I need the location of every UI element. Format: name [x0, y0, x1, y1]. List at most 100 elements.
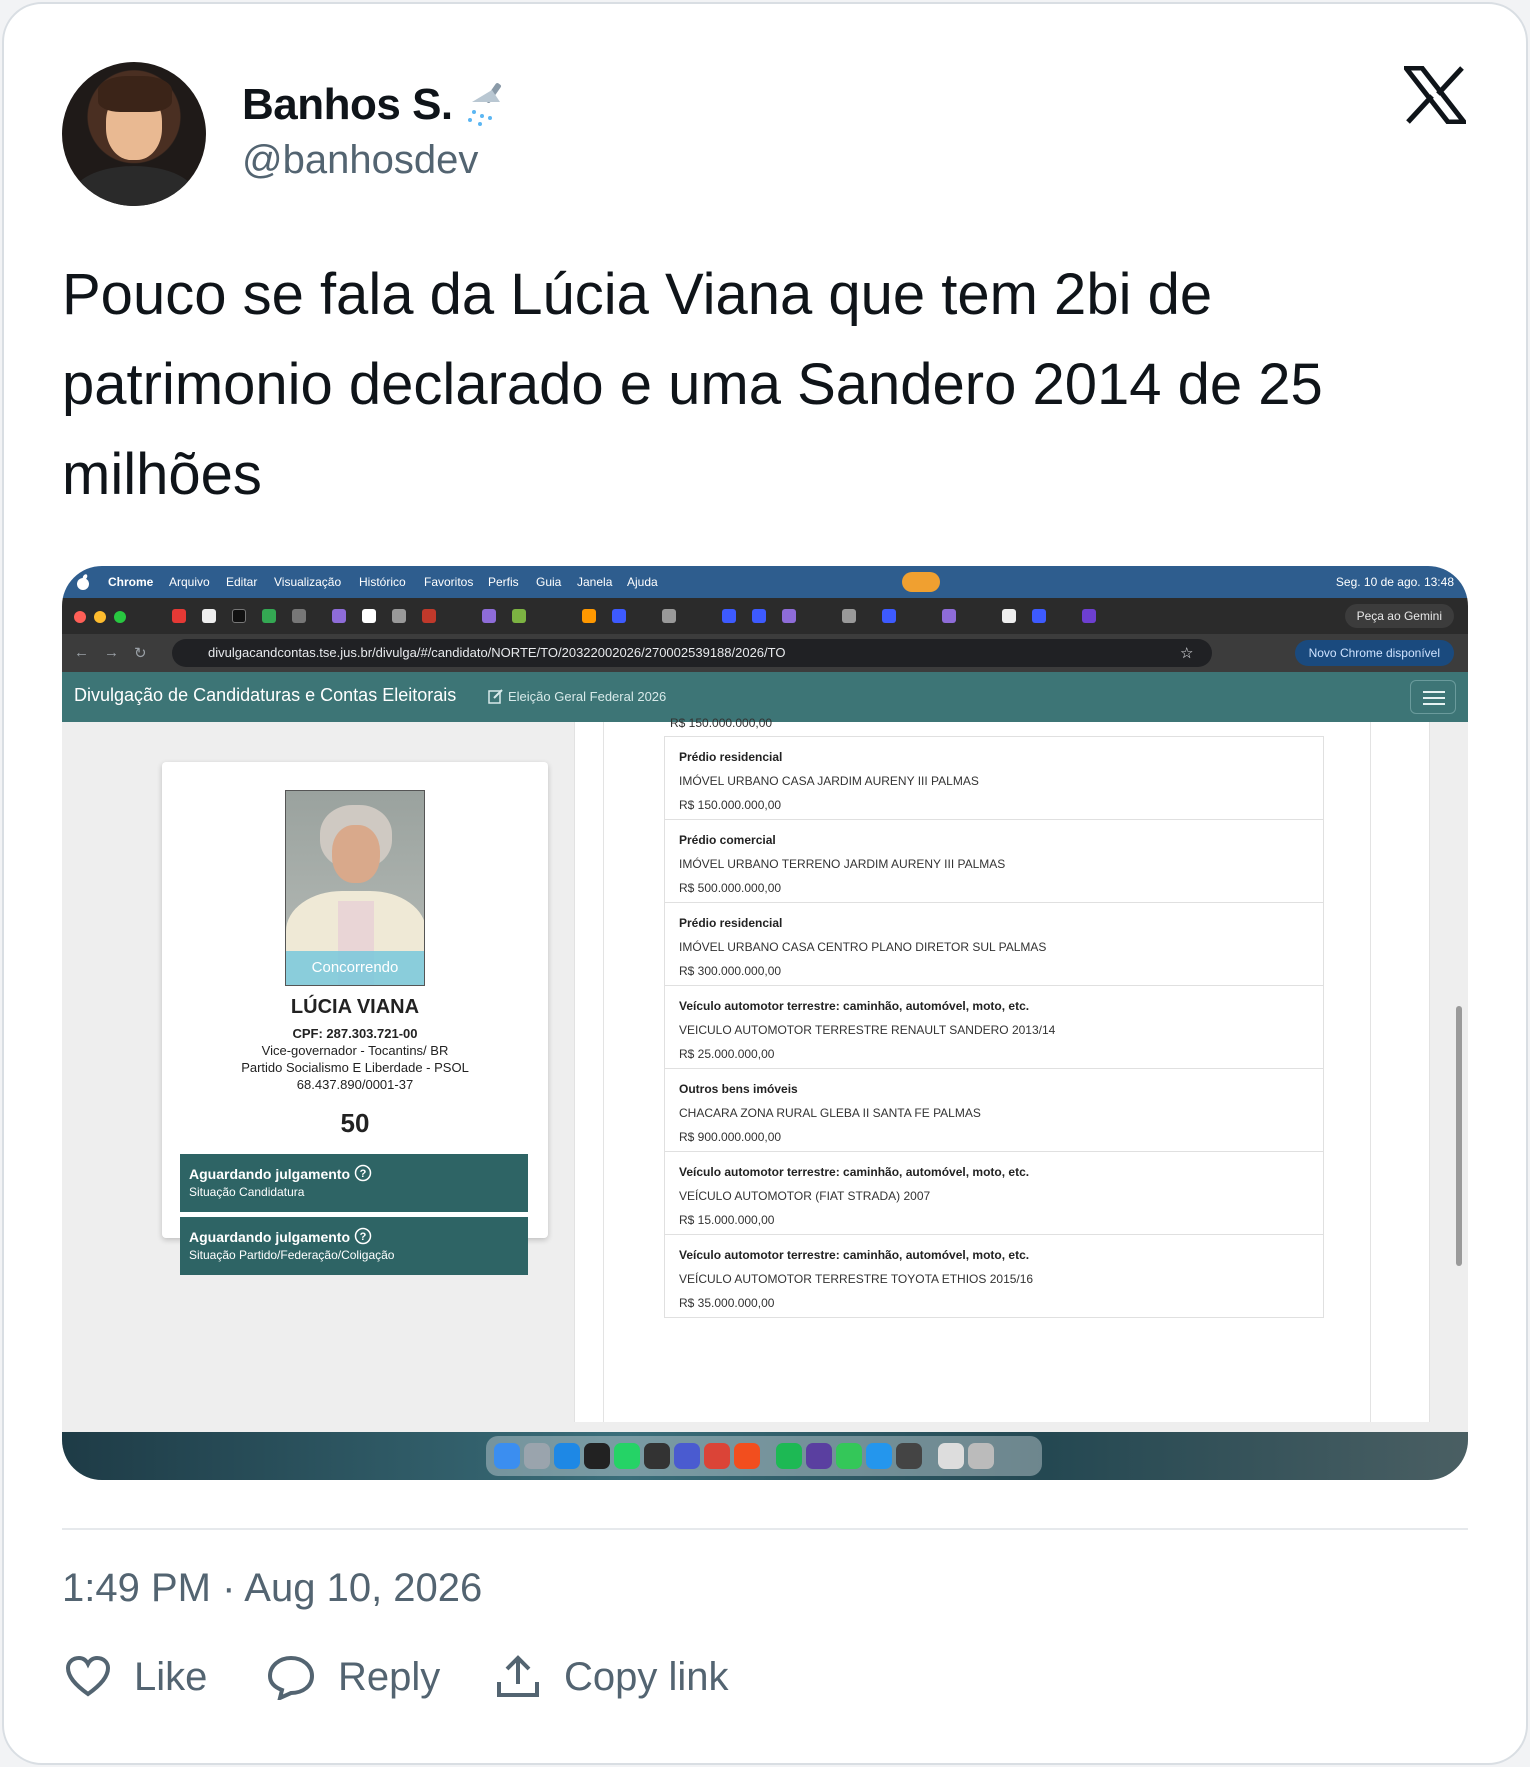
asset-value: R$ 300.000.000,00	[679, 964, 782, 978]
settings-icon[interactable]	[524, 1443, 550, 1469]
forward-icon[interactable]: →	[104, 644, 119, 661]
menu-favoritos[interactable]: Favoritos	[424, 575, 473, 589]
tab-favicon-gray-3[interactable]	[842, 609, 856, 623]
launchpad-icon[interactable]	[896, 1443, 922, 1469]
attached-screenshot[interactable]: Chrome Arquivo Editar Visualização Histó…	[62, 566, 1468, 1480]
candidate-cnpj: 68.437.890/0001-37	[296, 1077, 414, 1092]
menu-arquivo[interactable]: Arquivo	[169, 575, 210, 589]
tab-favicon-purple[interactable]	[332, 609, 346, 623]
party-status[interactable]: Aguardando julgamento? Situação Partido/…	[180, 1217, 528, 1275]
whatsapp-icon[interactable]	[614, 1443, 640, 1469]
site-title[interactable]: Divulgação de Candidaturas e Contas Elei…	[74, 685, 456, 706]
minimize-window-button[interactable]	[94, 611, 106, 623]
figma-icon[interactable]	[734, 1443, 760, 1469]
menu-editar[interactable]: Editar	[226, 575, 257, 589]
asset-type: Veículo automotor terrestre: caminhão, a…	[679, 999, 1030, 1013]
divider	[62, 1528, 1468, 1530]
tweet-timestamp[interactable]: 1:49 PM · Aug 10, 2026	[62, 1566, 482, 1611]
numbers-icon[interactable]	[836, 1443, 862, 1469]
tab-favicon-github-2[interactable]	[1002, 609, 1016, 623]
tab-favicon-gray[interactable]	[392, 609, 406, 623]
terminal-icon[interactable]	[584, 1443, 610, 1469]
x-logo-icon[interactable]	[1404, 66, 1466, 124]
chrome-update-button[interactable]: Novo Chrome disponível	[1294, 640, 1454, 666]
url-field[interactable]: divulgacandcontas.tse.jus.br/divulga/#/c…	[172, 639, 1212, 667]
tab-favicon-youtube[interactable]	[172, 609, 186, 623]
tab-favicon-purple-2[interactable]	[482, 609, 496, 623]
like-button[interactable]: Like	[64, 1652, 207, 1702]
tab-favicon-brave[interactable]	[582, 609, 596, 623]
reload-icon[interactable]: ↻	[134, 644, 147, 662]
console-icon[interactable]	[644, 1443, 670, 1469]
printer-icon[interactable]	[938, 1443, 964, 1469]
microphone-indicator-icon[interactable]	[902, 572, 940, 592]
reply-bubble-icon	[267, 1655, 315, 1700]
asset-type: Prédio residencial	[679, 916, 783, 930]
menu-clock[interactable]: Seg. 10 de ago. 13:48	[1336, 575, 1454, 589]
tab-favicon-purple-4[interactable]	[942, 609, 956, 623]
menu-chrome[interactable]: Chrome	[108, 575, 153, 589]
menu-visualizacao[interactable]: Visualização	[274, 575, 341, 589]
asset-item: Veículo automotor terrestre: caminhão, a…	[664, 985, 1324, 1069]
mac-dock	[486, 1436, 1042, 1476]
asset-description: CHACARA ZONA RURAL GLEBA II SANTA FE PAL…	[679, 1106, 981, 1120]
notes-icon[interactable]	[806, 1443, 832, 1469]
spotify-icon[interactable]	[776, 1443, 802, 1469]
menu-perfis[interactable]: Perfis	[488, 575, 519, 589]
tab-favicon-violet[interactable]	[1082, 609, 1096, 623]
menu-historico[interactable]: Histórico	[359, 575, 406, 589]
asset-value: R$ 25.000.000,00	[679, 1047, 775, 1061]
asset-type: Veículo automotor terrestre: caminhão, a…	[679, 1248, 1030, 1262]
tab-favicon-blue-5[interactable]	[1032, 609, 1046, 623]
tab-favicon-app[interactable]	[262, 609, 276, 623]
menu-guia[interactable]: Guia	[536, 575, 561, 589]
finder-icon[interactable]	[494, 1443, 520, 1469]
tweet-text: Pouco se fala da Lúcia Viana que tem 2bi…	[62, 262, 1323, 507]
maximize-window-button[interactable]	[114, 611, 126, 623]
tab-favicon-red[interactable]	[422, 609, 436, 623]
menu-ajuda[interactable]: Ajuda	[627, 575, 658, 589]
help-icon[interactable]: ?	[354, 1164, 372, 1182]
asset-description: VEÍCULO AUTOMOTOR (FIAT STRADA) 2007	[679, 1189, 931, 1203]
copy-link-label: Copy link	[564, 1655, 729, 1699]
author-avatar[interactable]	[62, 62, 206, 206]
tab-favicon-blue-2[interactable]	[722, 609, 736, 623]
hamburger-menu-button[interactable]	[1410, 680, 1456, 714]
tab-favicon-purple-3[interactable]	[782, 609, 796, 623]
docker-icon[interactable]	[866, 1443, 892, 1469]
tab-close-icon[interactable]	[292, 609, 306, 623]
menu-janela[interactable]: Janela	[577, 575, 612, 589]
tab-favicon-white[interactable]	[362, 609, 376, 623]
tab-favicon-gray-2[interactable]	[662, 609, 676, 623]
author-name[interactable]: Banhos S.	[242, 80, 453, 130]
reply-button[interactable]: Reply	[266, 1652, 440, 1702]
candidate-office: Vice-governador - Tocantins/ BR	[261, 1043, 449, 1058]
tab-favicon-green[interactable]	[512, 609, 526, 623]
site-header: Divulgação de Candidaturas e Contas Elei…	[62, 672, 1468, 722]
trash-icon[interactable]	[968, 1443, 994, 1469]
author-handle[interactable]: @banhosdev	[242, 138, 478, 183]
tab-favicon-x[interactable]	[232, 609, 246, 623]
apple-icon[interactable]	[76, 574, 90, 590]
close-window-button[interactable]	[74, 611, 86, 623]
back-icon[interactable]: ←	[74, 644, 89, 661]
asset-item: Veículo automotor terrestre: caminhão, a…	[664, 1234, 1324, 1318]
heart-icon	[65, 1655, 111, 1697]
vscode-icon[interactable]	[554, 1443, 580, 1469]
reply-label: Reply	[338, 1655, 441, 1699]
candidacy-status[interactable]: Aguardando julgamento? Situação Candidat…	[180, 1154, 528, 1212]
page-scrollbar[interactable]	[1456, 1006, 1462, 1266]
bookmark-star-icon[interactable]: ☆	[1180, 644, 1193, 662]
tab-favicon-blue-4[interactable]	[882, 609, 896, 623]
app-icon[interactable]	[674, 1443, 700, 1469]
copy-link-button[interactable]: Copy link	[494, 1652, 734, 1702]
help-icon[interactable]: ?	[354, 1227, 372, 1245]
status-title: Aguardando julgamento	[189, 1229, 350, 1245]
tab-favicon-github[interactable]	[202, 609, 216, 623]
gemini-button[interactable]: Peça ao Gemini	[1344, 604, 1454, 628]
chrome-icon[interactable]	[704, 1443, 730, 1469]
status-subtitle: Situação Candidatura	[189, 1185, 305, 1199]
tab-favicon-blue[interactable]	[612, 609, 626, 623]
tab-favicon-blue-3[interactable]	[752, 609, 766, 623]
svg-text:?: ?	[360, 1168, 367, 1180]
